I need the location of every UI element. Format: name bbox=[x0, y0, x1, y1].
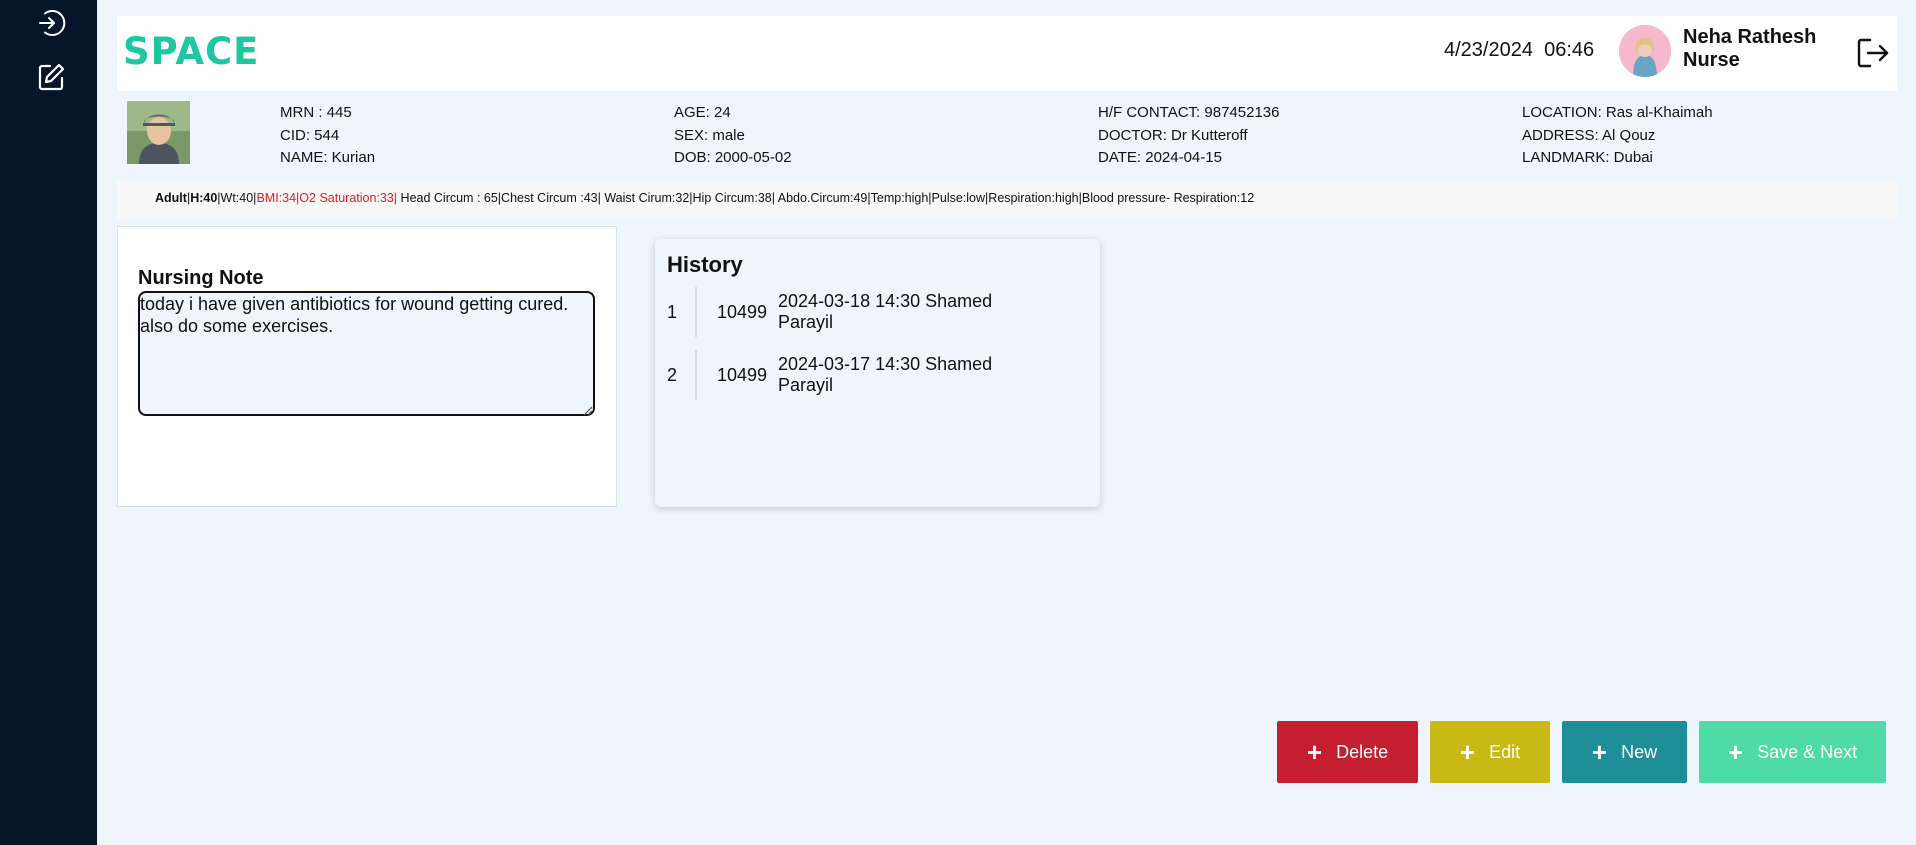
plus-icon: + bbox=[1727, 737, 1744, 767]
plus-icon: + bbox=[1591, 737, 1608, 767]
patient-photo bbox=[127, 101, 190, 164]
nursing-note-input[interactable]: today i have given antibiotics for wound… bbox=[138, 291, 595, 416]
logout-icon[interactable] bbox=[1855, 35, 1891, 71]
vitals-height: H:40 bbox=[190, 191, 218, 205]
top-bar: SPACE 4/23/2024 06:46 Neha Rathesh Nurse bbox=[117, 16, 1897, 91]
patient-address: ADDRESS: Al Qouz bbox=[1522, 126, 1656, 144]
history-row-index: 1 bbox=[667, 302, 678, 322]
nursing-note-label: Nursing Note bbox=[138, 267, 264, 289]
patient-location: LOCATION: Ras al-Khaimah bbox=[1522, 104, 1713, 121]
vitals-o2: |O2 Saturation:33| bbox=[296, 191, 398, 205]
patient-cid: CID: 544 bbox=[280, 126, 340, 144]
plus-icon: + bbox=[1306, 737, 1323, 767]
patient-age: AGE: 24 bbox=[674, 104, 731, 121]
current-datetime: 4/23/2024 06:46 bbox=[1444, 39, 1594, 62]
patient-col-location: LOCATION: Ras al-Khaimah ADDRESS: Al Qou… bbox=[1522, 102, 1713, 170]
patient-contact: H/F CONTACT: 987452136 bbox=[1098, 104, 1280, 121]
patient-mrn: MRN : 445 bbox=[280, 104, 352, 121]
edit-button-label: Edit bbox=[1489, 741, 1521, 762]
vitals-bmi: BMI:34 bbox=[256, 191, 297, 205]
history-title: History bbox=[667, 252, 743, 277]
patient-name: NAME: Kurian bbox=[280, 149, 376, 166]
patient-sex: SEX: male bbox=[674, 126, 745, 144]
plus-icon: + bbox=[1459, 737, 1476, 767]
patient-landmark: LANDMARK: Dubai bbox=[1522, 149, 1653, 166]
patient-col-ids: MRN : 445 CID: 544 NAME: Kurian bbox=[280, 102, 375, 170]
patient-date: DATE: 2024-04-15 bbox=[1098, 149, 1222, 166]
save-next-button-label: Save & Next bbox=[1757, 741, 1858, 762]
user-name: Neha Rathesh bbox=[1683, 26, 1817, 48]
current-date: 4/23/2024 bbox=[1444, 39, 1533, 61]
divider bbox=[695, 350, 697, 400]
vitals-weight: |Wt:40| bbox=[217, 191, 257, 205]
history-row[interactable]: 1 10499 2024-03-18 14:30 Shamed Parayil bbox=[655, 287, 1100, 337]
vitals-bar: Adult|H:40|Wt:40|BMI:34|O2 Saturation:33… bbox=[117, 181, 1897, 219]
patient-dob: DOB: 2000-05-02 bbox=[674, 149, 792, 166]
history-row-index: 2 bbox=[667, 365, 678, 385]
patient-doctor: DOCTOR: Dr Kutteroff bbox=[1098, 126, 1248, 144]
user-info: Neha Rathesh Nurse bbox=[1683, 26, 1816, 72]
patient-col-contact: H/F CONTACT: 987452136 DOCTOR: Dr Kutter… bbox=[1098, 102, 1279, 170]
app-logo: SPACE bbox=[123, 30, 260, 73]
history-row[interactable]: 2 10499 2024-03-17 14:30 Shamed Parayil bbox=[655, 350, 1100, 400]
edit-button[interactable]: + Edit bbox=[1430, 721, 1550, 783]
new-button[interactable]: + New bbox=[1562, 721, 1687, 783]
history-row-desc: 2024-03-18 14:30 Shamed Parayil bbox=[778, 291, 993, 332]
history-row-desc: 2024-03-17 14:30 Shamed Parayil bbox=[778, 354, 993, 395]
resize-handle-icon[interactable] bbox=[582, 403, 593, 416]
delete-button[interactable]: + Delete bbox=[1277, 721, 1418, 783]
divider bbox=[695, 287, 697, 337]
vitals-other: Head Circum : 65|Chest Circum :43| Waist… bbox=[397, 191, 1255, 205]
edit-icon[interactable] bbox=[36, 62, 66, 92]
nursing-note-card: Nursing Note today i have given antibiot… bbox=[117, 226, 617, 507]
delete-button-label: Delete bbox=[1336, 741, 1389, 762]
patient-info: MRN : 445 CID: 544 NAME: Kurian AGE: 24 … bbox=[117, 95, 1897, 175]
history-row-id: 10499 bbox=[717, 365, 768, 385]
history-row-id: 10499 bbox=[717, 302, 768, 322]
user-avatar[interactable] bbox=[1619, 25, 1671, 77]
user-role: Nurse bbox=[1683, 49, 1740, 71]
current-time: 06:46 bbox=[1544, 39, 1595, 61]
new-button-label: New bbox=[1621, 741, 1658, 762]
history-card: History 1 10499 2024-03-18 14:30 Shamed … bbox=[655, 239, 1100, 507]
save-next-button[interactable]: + Save & Next bbox=[1699, 721, 1886, 783]
sidebar bbox=[0, 0, 97, 845]
patient-col-demographics: AGE: 24 SEX: male DOB: 2000-05-02 bbox=[674, 102, 792, 170]
login-icon[interactable] bbox=[36, 8, 66, 38]
vitals-category: Adult bbox=[155, 191, 187, 205]
